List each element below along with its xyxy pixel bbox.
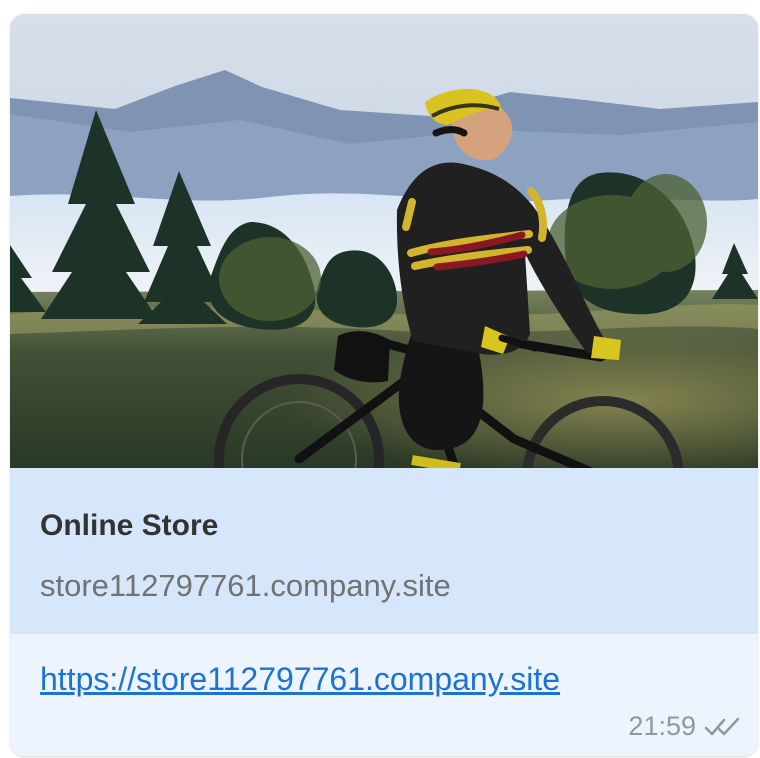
preview-host: store112797761.company.site bbox=[40, 568, 451, 603]
message-link[interactable]: https://store112797761.company.site bbox=[40, 661, 560, 698]
preview-title: Online Store bbox=[40, 509, 219, 542]
double-check-icon bbox=[704, 717, 740, 735]
message-meta: 21:59 bbox=[628, 711, 742, 742]
message-bubble[interactable]: Online Store store112797761.company.site… bbox=[10, 14, 758, 756]
link-preview-card[interactable]: Online Store store112797761.company.site bbox=[10, 468, 758, 634]
message-time: 21:59 bbox=[628, 711, 696, 741]
link-preview-image[interactable] bbox=[10, 14, 758, 468]
message-body: https://store112797761.company.site 21:5… bbox=[10, 634, 758, 756]
